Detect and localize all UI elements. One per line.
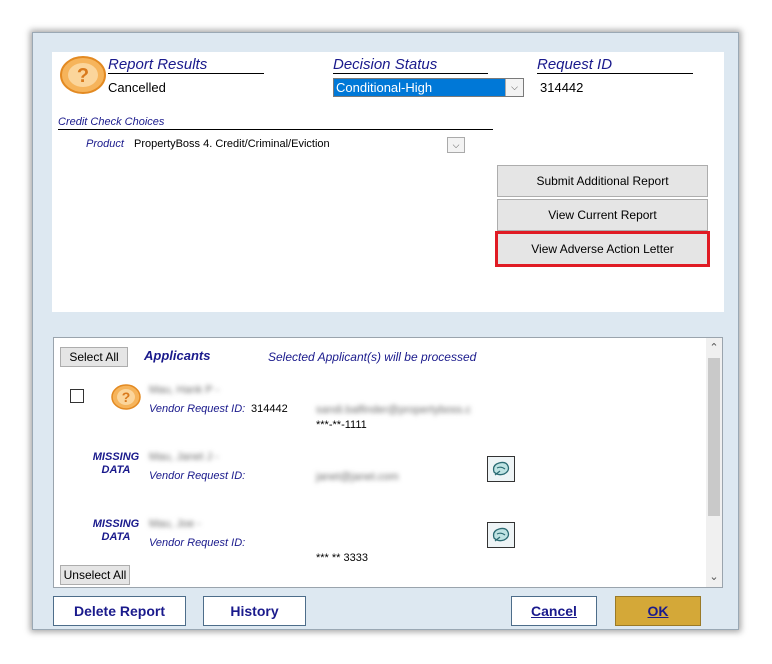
divider — [58, 129, 493, 130]
data-label: DATA — [101, 464, 131, 476]
scroll-up-icon[interactable]: ⌃ — [706, 340, 722, 356]
applicant-ssn: ***-**-1111 — [316, 419, 367, 431]
scroll-down-icon[interactable]: ⌄ — [706, 569, 722, 585]
missing-data-badge: MISSING DATA — [88, 518, 144, 544]
applicant-name: Mau, Janet J - — [149, 451, 219, 463]
product-dropdown[interactable]: ⌵ — [447, 137, 465, 153]
product-value: PropertyBoss 4. Credit/Criminal/Eviction — [134, 138, 330, 150]
applicants-title: Applicants — [144, 348, 211, 363]
delete-report-label: Delete Report — [73, 603, 166, 619]
missing-label: MISSING — [92, 518, 140, 530]
report-results-label: Report Results — [108, 56, 208, 73]
missing-data-badge: MISSING DATA — [88, 451, 144, 477]
unselect-all-button[interactable]: Unselect All — [60, 565, 130, 585]
vendor-request-label: Vendor Request ID: — [149, 470, 246, 482]
divider — [333, 73, 488, 74]
ok-label: OK — [647, 603, 669, 619]
vendor-request-label: Vendor Request ID: — [149, 403, 246, 415]
request-id-label: Request ID — [537, 56, 613, 73]
vertical-scrollbar[interactable]: ⌃ ⌄ — [706, 338, 722, 587]
product-label: Product — [86, 138, 124, 150]
data-label: DATA — [101, 531, 131, 543]
missing-label: MISSING — [92, 451, 140, 463]
request-id-value: 314442 — [540, 80, 584, 95]
applicant-email: janet@janet.com — [316, 471, 399, 483]
submit-additional-report-button[interactable]: Submit Additional Report — [497, 165, 708, 197]
select-all-button[interactable]: Select All — [60, 347, 128, 367]
question-icon: ? — [60, 55, 106, 95]
history-button[interactable]: History — [203, 596, 306, 626]
divider — [108, 73, 264, 74]
svg-text:?: ? — [122, 389, 131, 405]
applicant-checkbox[interactable] — [70, 389, 84, 403]
vendor-request-id: 314442 — [251, 403, 288, 415]
processing-note: Selected Applicant(s) will be processed — [268, 350, 477, 364]
delete-report-button[interactable]: Delete Report — [53, 596, 186, 626]
decision-status-select[interactable]: Conditional-High ⌵ — [333, 78, 524, 97]
applicant-name: Mau, Joe - — [149, 518, 201, 530]
question-icon: ? — [111, 383, 141, 411]
divider — [537, 73, 693, 74]
view-adverse-action-letter-button[interactable]: View Adverse Action Letter — [495, 231, 710, 267]
vendor-request-label: Vendor Request ID: — [149, 537, 246, 549]
svg-text:?: ? — [77, 65, 89, 87]
credit-check-title: Credit Check Choices — [58, 116, 165, 128]
view-current-report-button[interactable]: View Current Report — [497, 199, 708, 231]
edit-applicant-icon[interactable] — [487, 522, 515, 548]
scroll-thumb[interactable] — [708, 358, 720, 516]
applicant-email: sandi.balfinder@propertyboss.c — [316, 404, 471, 416]
cancel-label: Cancel — [531, 603, 577, 619]
edit-applicant-icon[interactable] — [487, 456, 515, 482]
chevron-down-icon[interactable]: ⌵ — [505, 79, 523, 96]
applicant-name: Mau, Hank P - — [149, 384, 220, 396]
decision-status-value: Conditional-High — [334, 79, 505, 96]
report-results-value: Cancelled — [108, 80, 166, 95]
decision-status-label: Decision Status — [333, 56, 438, 73]
ok-button[interactable]: OK — [615, 596, 701, 626]
applicant-ssn: *** ** 3333 — [316, 552, 368, 564]
history-label: History — [230, 603, 279, 619]
cancel-button[interactable]: Cancel — [511, 596, 597, 626]
